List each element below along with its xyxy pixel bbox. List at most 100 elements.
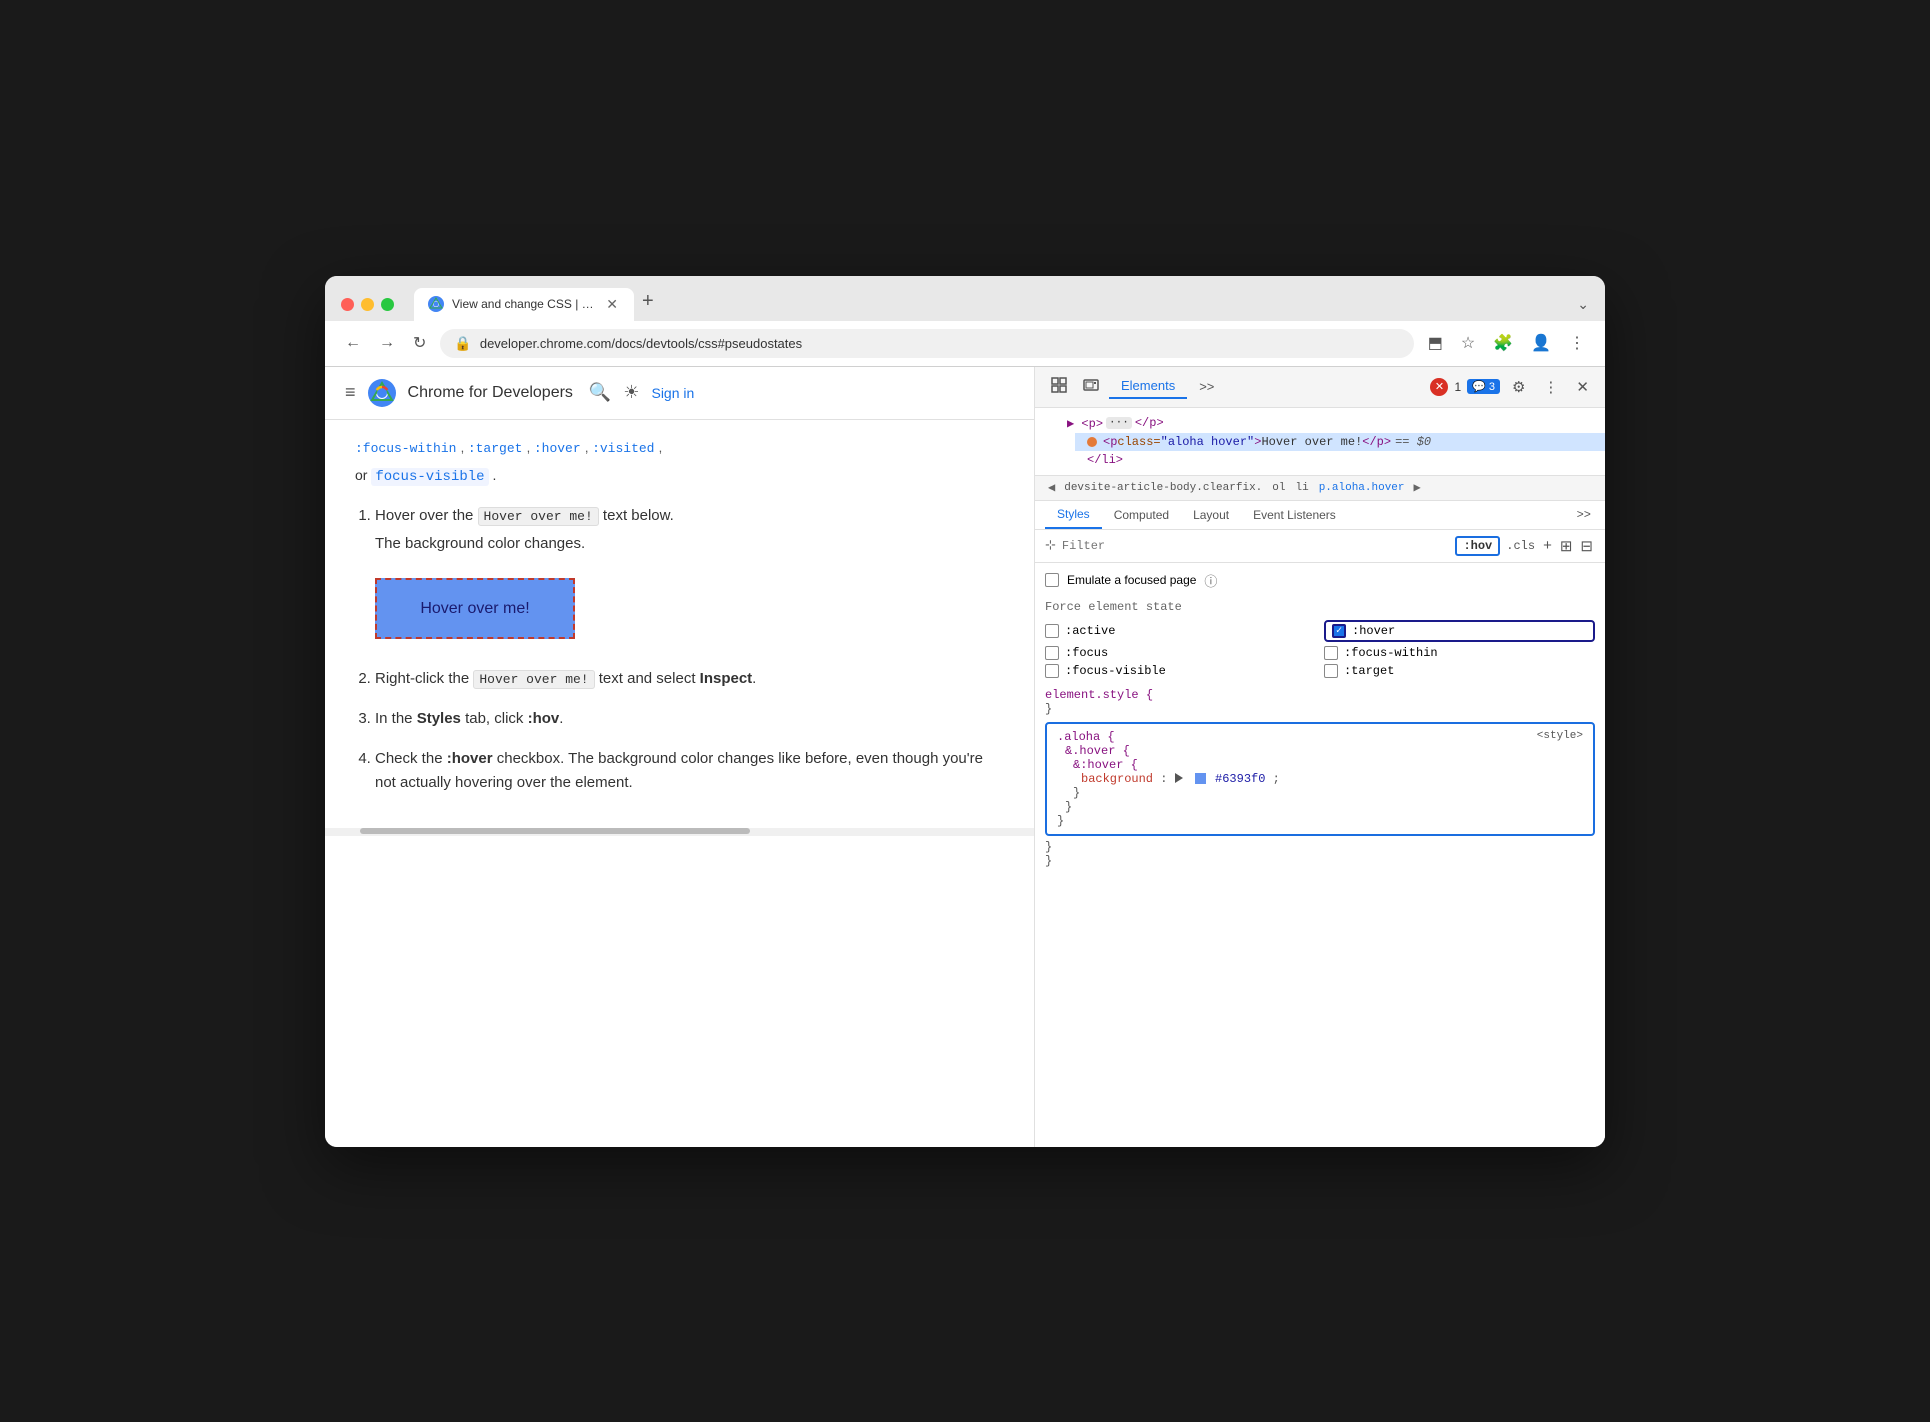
inspect-element-button[interactable] [1045,373,1073,401]
extensions-icon[interactable]: 🧩 [1489,329,1517,357]
state-focus-label: :focus [1065,646,1108,660]
forward-button[interactable]: → [375,330,399,356]
back-button[interactable]: ← [341,330,365,356]
breadcrumb-item-2[interactable]: ol [1268,480,1289,496]
breadcrumb-right-arrow[interactable]: ▶ [1411,480,1424,495]
devtools-close-button[interactable]: ✕ [1570,374,1595,400]
state-focus-visible-checkbox[interactable] [1045,664,1059,678]
profile-icon[interactable]: 👤 [1527,329,1555,357]
device-toggle-button[interactable] [1077,373,1105,401]
horizontal-scrollbar[interactable] [325,828,1034,836]
dom-panel: ▶ <p> ··· </p> <p class= "aloha hover" >… [1035,408,1605,476]
add-style-rule-button[interactable]: + [1541,535,1554,556]
styles-tab-layout[interactable]: Layout [1181,502,1241,528]
close-button[interactable] [341,298,354,311]
dom-ellipsis: ··· [1106,417,1132,429]
new-tab-button[interactable]: + [634,290,662,321]
address-input[interactable]: 🔒 developer.chrome.com/docs/devtools/css… [440,329,1413,358]
css-close-3: } [1057,814,1064,828]
styles-tab-event-listeners[interactable]: Event Listeners [1241,502,1348,528]
maximize-button[interactable] [381,298,394,311]
force-state-grid: :active :hover :focus [1045,620,1595,678]
focus-within-link[interactable]: :focus-within [355,441,456,456]
tab-expand-icon[interactable]: ⌄ [1577,296,1589,321]
devtools-toolbar: Elements >> ✕ 1 💬 3 ⚙ ⋮ ✕ [1035,367,1605,408]
settings-button[interactable]: ⚙ [1506,374,1531,400]
search-icon[interactable]: 🔍 [589,382,611,403]
step-3-text: In the Styles tab, click :hov. [375,707,1004,731]
styles-tab-more[interactable]: >> [1573,502,1595,528]
more-tabs-button[interactable]: >> [1187,375,1226,398]
breadcrumb-item-3[interactable]: li [1291,480,1312,496]
styles-tab-computed[interactable]: Computed [1102,502,1181,528]
dom-p-end: </p> [1362,435,1391,449]
sign-in-button[interactable]: Sign in [651,385,694,401]
state-hover-checkbox[interactable] [1332,624,1346,638]
tab-title: View and change CSS | Chr… [452,297,596,311]
emulate-checkbox[interactable] [1045,573,1059,587]
visited-link[interactable]: :visited [592,441,654,456]
state-focus-checkbox[interactable] [1045,646,1059,660]
styles-tab-styles[interactable]: Styles [1045,501,1102,529]
devtools-right-actions: ✕ 1 💬 3 ⚙ ⋮ ✕ [1430,374,1595,400]
list-item: Right-click the Hover over me! text and … [375,667,1004,691]
address-actions: ⬒ ☆ 🧩 👤 ⋮ [1424,329,1589,357]
help-icon[interactable]: ⓘ [1204,571,1217,590]
hover-bold: :hover [447,750,493,767]
elements-tab[interactable]: Elements [1109,374,1187,399]
list-item: In the Styles tab, click :hov. [375,707,1004,731]
dom-close-tag: </p> [1135,416,1164,430]
inspect-bold: Inspect [700,670,753,687]
list-item: Check the :hover checkbox. The backgroun… [375,747,1004,795]
error-count: 1 [1454,380,1461,394]
background-property: background [1081,772,1153,786]
warning-count: 3 [1489,381,1495,393]
theme-toggle-icon[interactable]: ☀ [623,382,639,403]
focus-visible-code: focus-visible [371,468,488,486]
state-active-checkbox[interactable] [1045,624,1059,638]
computed-sidebar-button[interactable]: ⊟ [1578,535,1595,557]
security-icon: 🔒 [454,335,471,352]
dom-tag: ▶ <p> [1067,416,1103,431]
step-4-text: Check the :hover checkbox. The backgroun… [375,747,1004,795]
color-triangle[interactable] [1175,773,1183,783]
cls-text[interactable]: .cls [1506,539,1535,553]
css-close-1: } [1073,786,1080,800]
breadcrumb-item-1[interactable]: devsite-article-body.clearfix. [1060,480,1266,496]
dom-line-p-ellipsis[interactable]: ▶ <p> ··· </p> [1055,414,1605,433]
hover-link[interactable]: :hover [534,441,581,456]
dom-line-selected[interactable]: <p class= "aloha hover" > Hover over me!… [1075,433,1605,451]
style-source[interactable]: <style> [1537,730,1583,742]
refresh-button[interactable]: ↻ [409,329,430,357]
dom-text: Hover over me! [1261,435,1362,449]
color-value: #6393f0 [1215,772,1265,786]
state-focus-within-label: :focus-within [1344,646,1438,660]
state-focus-within-checkbox[interactable] [1324,646,1338,660]
devtools-more-button[interactable]: ⋮ [1537,374,1564,400]
filter-icon: ⊹ [1045,538,1056,553]
state-target-checkbox[interactable] [1324,664,1338,678]
dom-li-close: </li> [1087,453,1123,467]
target-link[interactable]: :target [468,441,523,456]
styles-content: Emulate a focused page ⓘ Force element s… [1035,563,1605,1147]
breadcrumb-left-arrow[interactable]: ◀ [1045,480,1058,495]
filter-input[interactable] [1062,539,1450,553]
state-focus-visible: :focus-visible [1045,664,1316,678]
bookmark-icon[interactable]: ☆ [1457,329,1479,357]
dom-line-li-close[interactable]: </li> [1075,451,1605,469]
minimize-button[interactable] [361,298,374,311]
menu-icon[interactable]: ⋮ [1565,329,1589,357]
color-swatch[interactable] [1195,773,1206,784]
tab-close-button[interactable]: ✕ [604,296,620,313]
page-header: ≡ Chrome for Developers 🔍 ☀ Sign in [325,367,1034,420]
hov-badge[interactable]: :hov [1455,536,1500,556]
new-style-rule-button[interactable]: ⊞ [1558,535,1575,557]
hover-button[interactable]: Hover over me! [375,578,575,640]
hover-demo-area: Hover over me! [375,566,1004,652]
extra-close-braces: } } [1045,840,1595,868]
browser-tab[interactable]: View and change CSS | Chr… ✕ [414,288,634,321]
element-style-close: } [1045,702,1052,716]
breadcrumb-item-4[interactable]: p.aloha.hover [1315,480,1409,496]
cast-icon[interactable]: ⬒ [1424,329,1447,357]
hamburger-icon[interactable]: ≡ [345,382,356,403]
